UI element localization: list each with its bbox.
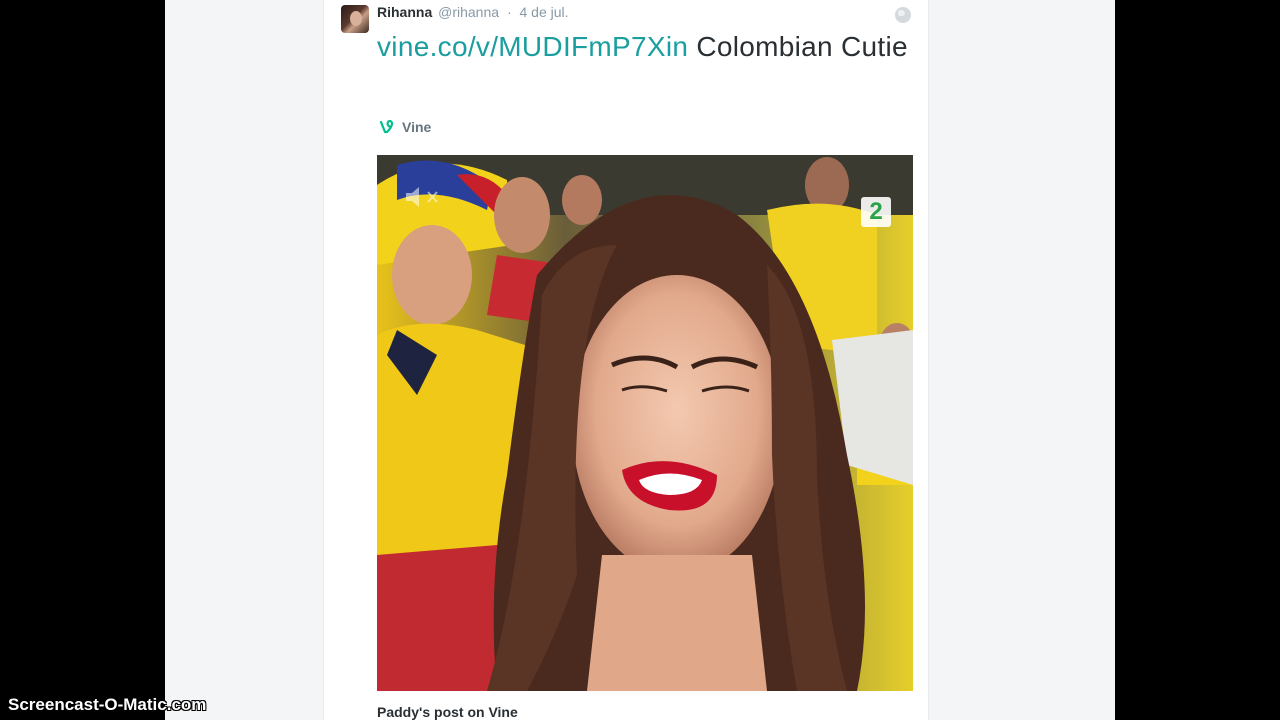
speaker-mute-icon[interactable]: [404, 185, 444, 209]
source-label: Vine: [402, 119, 432, 135]
separator: ·: [506, 4, 512, 20]
author-handle[interactable]: @rihanna: [438, 4, 499, 20]
tweet-card[interactable]: Rihanna @rihanna · 4 de jul. vine.co/v/M…: [323, 0, 929, 720]
tweet-date[interactable]: 4 de jul.: [520, 4, 569, 20]
tweet-header: Rihanna @rihanna · 4 de jul.: [377, 4, 569, 20]
card-title[interactable]: Paddy's post on Vine: [377, 704, 518, 720]
media-source[interactable]: Vine: [379, 119, 431, 135]
letterbox-right: [1115, 0, 1280, 720]
watermark: Screencast-O-Matic.com: [8, 695, 207, 714]
vine-icon: [379, 119, 395, 135]
vine-video[interactable]: 2: [377, 155, 913, 691]
video-frame: [377, 155, 913, 691]
avatar[interactable]: [341, 5, 369, 33]
channel-badge: 2: [861, 197, 891, 227]
letterbox-left: [0, 0, 165, 720]
timeline-page: Rihanna @rihanna · 4 de jul. vine.co/v/M…: [165, 0, 1115, 720]
tweet-text-body: Colombian Cutie: [688, 31, 908, 62]
author-name[interactable]: Rihanna: [377, 4, 432, 20]
tweet-text: vine.co/v/MUDIFmP7Xin Colombian Cutie: [377, 28, 917, 66]
globe-icon: [895, 7, 911, 23]
tweet-link[interactable]: vine.co/v/MUDIFmP7Xin: [377, 31, 688, 62]
